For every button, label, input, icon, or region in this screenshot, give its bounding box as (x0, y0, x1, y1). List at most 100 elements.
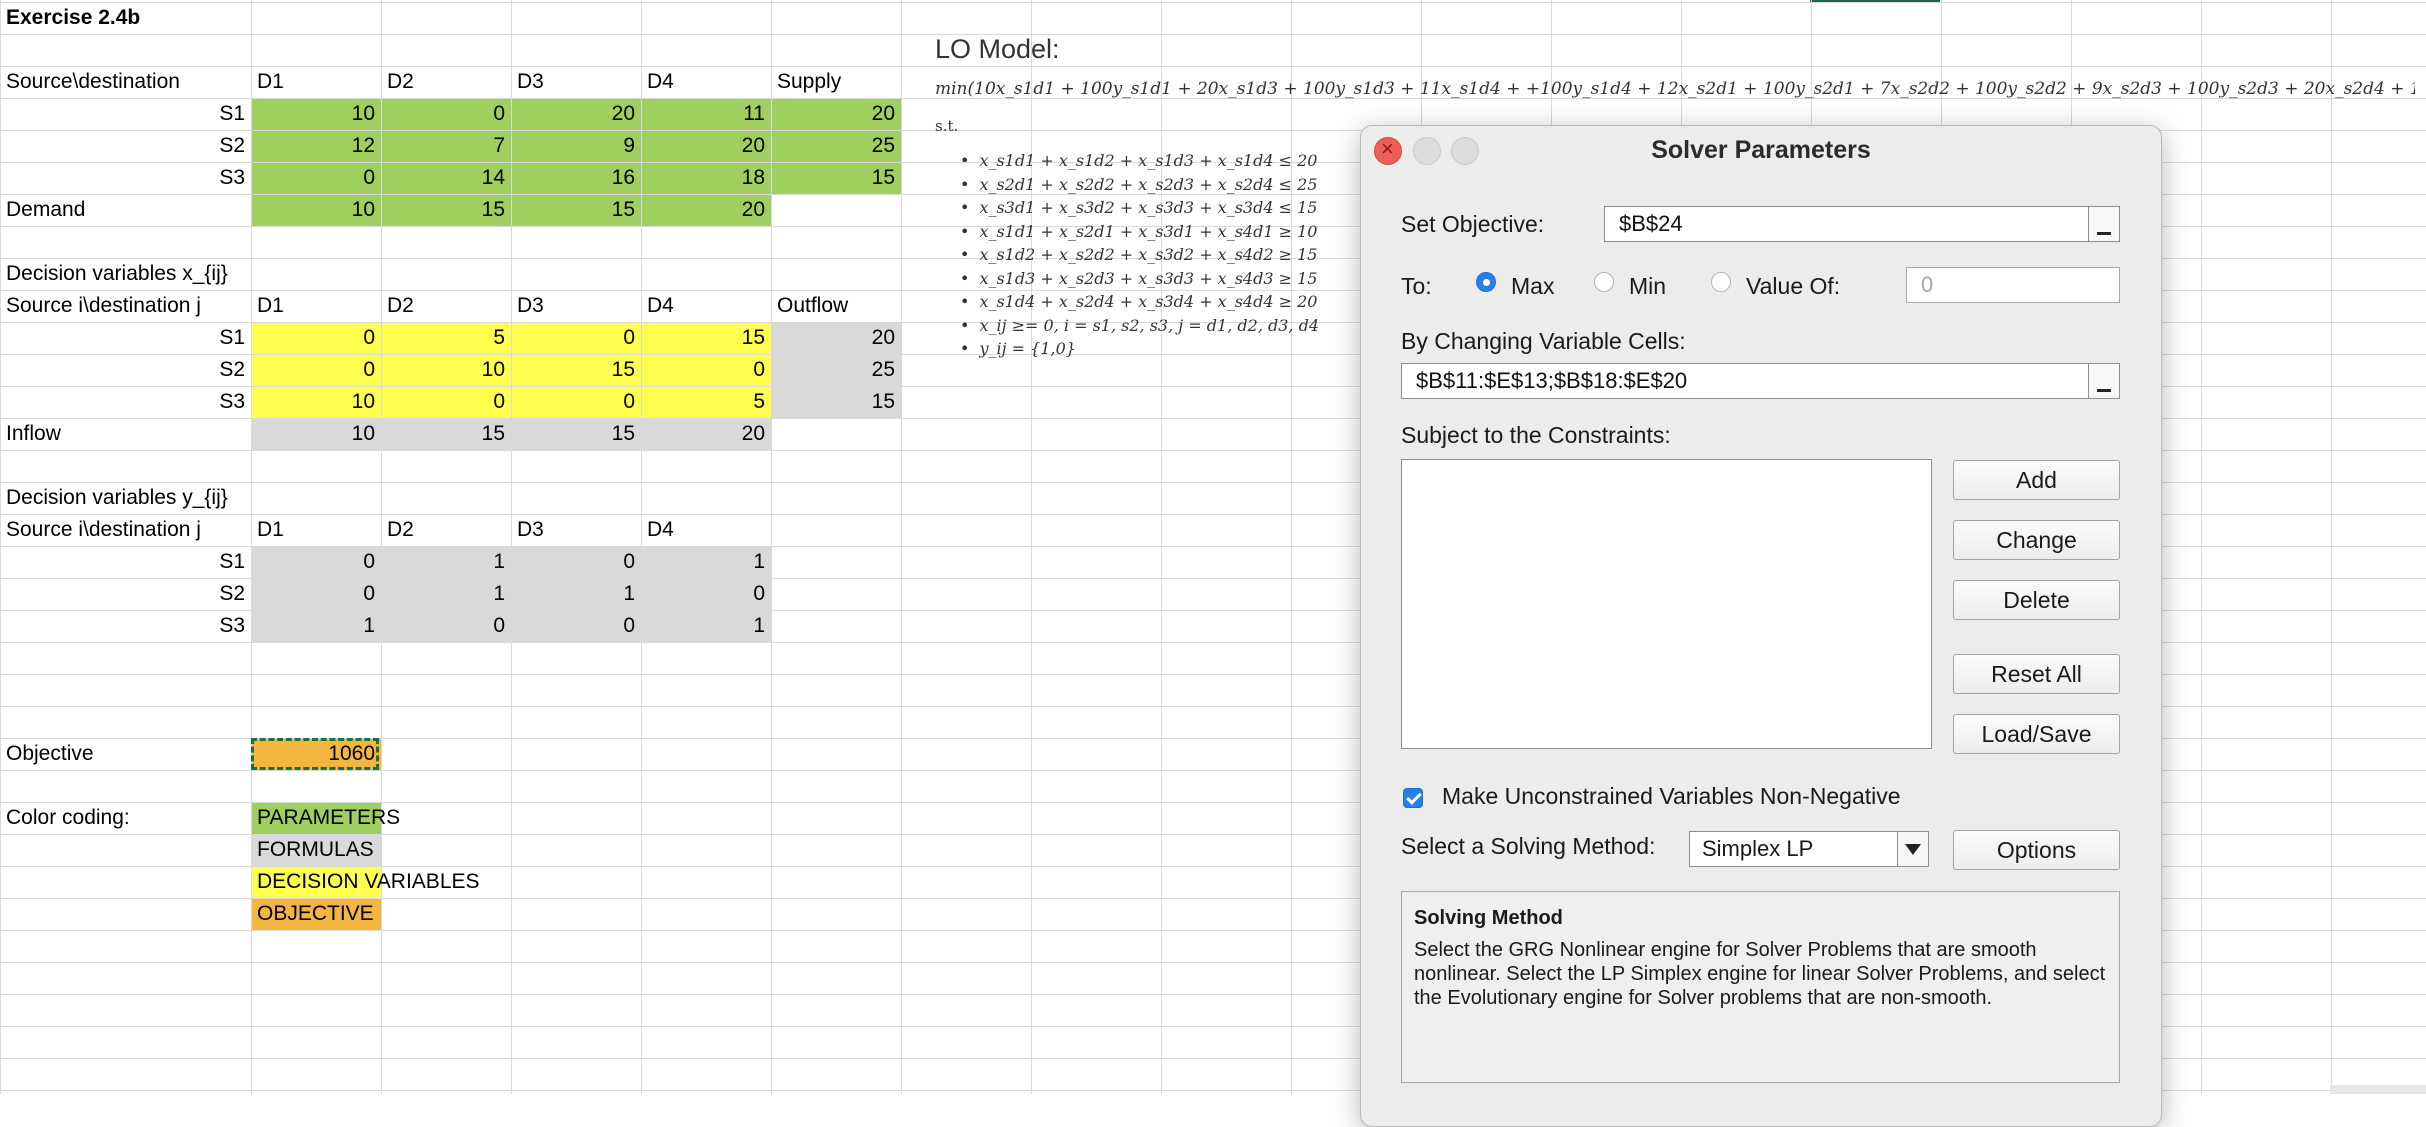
sheet-cell[interactable]: 20 (641, 418, 771, 450)
sheet-cell[interactable]: D4 (641, 66, 771, 98)
sheet-cell[interactable]: 7 (381, 130, 511, 162)
sheet-cell[interactable]: 0 (251, 322, 381, 354)
sheet-cell[interactable]: S1 (0, 98, 251, 130)
sheet-cell[interactable]: 15 (641, 322, 771, 354)
sheet-cell[interactable]: Objective (0, 738, 251, 770)
sheet-cell[interactable]: 0 (251, 162, 381, 194)
sheet-cell[interactable]: 20 (771, 322, 901, 354)
nonneg-label[interactable]: Make Unconstrained Variables Non-Negativ… (1442, 783, 1901, 810)
sheet-cell[interactable]: 15 (771, 386, 901, 418)
sheet-cell[interactable]: D2 (381, 514, 511, 546)
sheet-cell[interactable]: 1 (381, 578, 511, 610)
sheet-cell[interactable]: 0 (511, 322, 641, 354)
constraints-list[interactable] (1401, 459, 1932, 749)
sheet-cell[interactable]: Inflow (0, 418, 251, 450)
sheet-cell[interactable]: Source i\destination j (0, 290, 251, 322)
sheet-cell[interactable]: 0 (251, 354, 381, 386)
sheet-cell[interactable]: 0 (251, 546, 381, 578)
sheet-cell[interactable]: Decision variables y_{ij} (0, 482, 251, 514)
value-of-input[interactable]: 0 (1906, 267, 2120, 303)
sheet-cell[interactable]: 15 (511, 354, 641, 386)
load-save-button[interactable]: Load/Save (1953, 714, 2120, 754)
sheet-cell[interactable]: 15 (511, 418, 641, 450)
sheet-cell[interactable]: 0 (381, 98, 511, 130)
sheet-cell[interactable]: S2 (0, 578, 251, 610)
solving-method-select[interactable]: Simplex LP (1689, 831, 1929, 867)
sheet-cell[interactable]: 25 (771, 354, 901, 386)
sheet-cell[interactable]: Outflow (771, 290, 901, 322)
sheet-cell[interactable]: Color coding: (0, 802, 251, 834)
sheet-cell[interactable]: 1 (641, 610, 771, 642)
sheet-cell[interactable]: D2 (381, 66, 511, 98)
max-radio[interactable] (1476, 272, 1496, 292)
range-selector-icon[interactable] (2088, 364, 2119, 398)
sheet-cell[interactable]: Decision variables x_{ij} (0, 258, 251, 290)
sheet-cell[interactable]: D1 (251, 66, 381, 98)
sheet-cell[interactable]: 1 (511, 578, 641, 610)
sheet-cell[interactable]: 25 (771, 130, 901, 162)
sheet-cell[interactable]: 10 (251, 98, 381, 130)
sheet-cell[interactable]: 1 (381, 546, 511, 578)
sheet-cell[interactable]: D2 (381, 290, 511, 322)
sheet-cell[interactable]: 18 (641, 162, 771, 194)
value-of-radio[interactable] (1711, 272, 1731, 292)
sheet-cell[interactable]: FORMULAS (251, 834, 381, 866)
dialog-titlebar[interactable]: Solver Parameters (1361, 126, 2161, 176)
min-label[interactable]: Min (1629, 273, 1666, 300)
sheet-cell[interactable]: 9 (511, 130, 641, 162)
sheet-cell[interactable]: 1 (641, 546, 771, 578)
min-radio[interactable] (1594, 272, 1614, 292)
sheet-cell[interactable]: S2 (0, 130, 251, 162)
sheet-cell[interactable]: 10 (381, 354, 511, 386)
sheet-cell[interactable]: Source\destination (0, 66, 251, 98)
sheet-cell[interactable]: 16 (511, 162, 641, 194)
sheet-cell[interactable]: D3 (511, 66, 641, 98)
sheet-cell[interactable]: 20 (641, 194, 771, 226)
sheet-cell[interactable]: S3 (0, 386, 251, 418)
sheet-cell[interactable]: 11 (641, 98, 771, 130)
sheet-cell[interactable]: D3 (511, 290, 641, 322)
sheet-cell[interactable]: 10 (251, 194, 381, 226)
sheet-cell[interactable]: 12 (251, 130, 381, 162)
sheet-cell[interactable]: 20 (771, 98, 901, 130)
nonneg-checkbox[interactable] (1403, 788, 1423, 808)
sheet-cell[interactable]: 1 (251, 610, 381, 642)
sheet-cell[interactable]: PARAMETERS (251, 802, 400, 834)
max-label[interactable]: Max (1511, 273, 1554, 300)
changing-cells-field[interactable]: $B$11:$E$13;$B$18:$E$20 (1401, 363, 2120, 399)
sheet-cell[interactable]: S3 (0, 162, 251, 194)
sheet-cell[interactable]: D4 (641, 514, 771, 546)
sheet-cell[interactable]: 15 (381, 418, 511, 450)
sheet-cell[interactable]: 15 (381, 194, 511, 226)
sheet-cell[interactable]: 0 (381, 610, 511, 642)
sheet-cell[interactable]: 0 (641, 578, 771, 610)
range-selector-icon[interactable] (2088, 207, 2119, 241)
value-of-label[interactable]: Value Of: (1746, 273, 1840, 300)
sheet-cell[interactable]: 0 (511, 610, 641, 642)
sheet-cell[interactable]: 15 (511, 194, 641, 226)
sheet-cell[interactable]: 0 (511, 386, 641, 418)
sheet-cell[interactable]: 0 (251, 578, 381, 610)
change-button[interactable]: Change (1953, 520, 2120, 560)
selected-objective-cell[interactable] (251, 738, 379, 770)
sheet-cell[interactable]: 20 (641, 130, 771, 162)
sheet-cell[interactable]: S1 (0, 546, 251, 578)
sheet-cell[interactable]: 14 (381, 162, 511, 194)
sheet-cell[interactable]: D4 (641, 290, 771, 322)
sheet-cell[interactable]: 20 (511, 98, 641, 130)
sheet-cell[interactable]: 5 (381, 322, 511, 354)
sheet-cell[interactable]: 10 (251, 418, 381, 450)
sheet-cell[interactable]: S3 (0, 610, 251, 642)
sheet-cell[interactable]: 0 (381, 386, 511, 418)
sheet-cell[interactable]: Source i\destination j (0, 514, 251, 546)
sheet-cell[interactable]: D1 (251, 514, 381, 546)
sheet-cell[interactable]: Demand (0, 194, 251, 226)
sheet-cell[interactable]: S1 (0, 322, 251, 354)
sheet-cell[interactable]: 10 (251, 386, 381, 418)
sheet-cell[interactable]: Supply (771, 66, 901, 98)
delete-button[interactable]: Delete (1953, 580, 2120, 620)
options-button[interactable]: Options (1953, 830, 2120, 870)
sheet-cell[interactable]: D1 (251, 290, 381, 322)
set-objective-field[interactable]: $B$24 (1604, 206, 2120, 242)
sheet-cell[interactable]: 5 (641, 386, 771, 418)
